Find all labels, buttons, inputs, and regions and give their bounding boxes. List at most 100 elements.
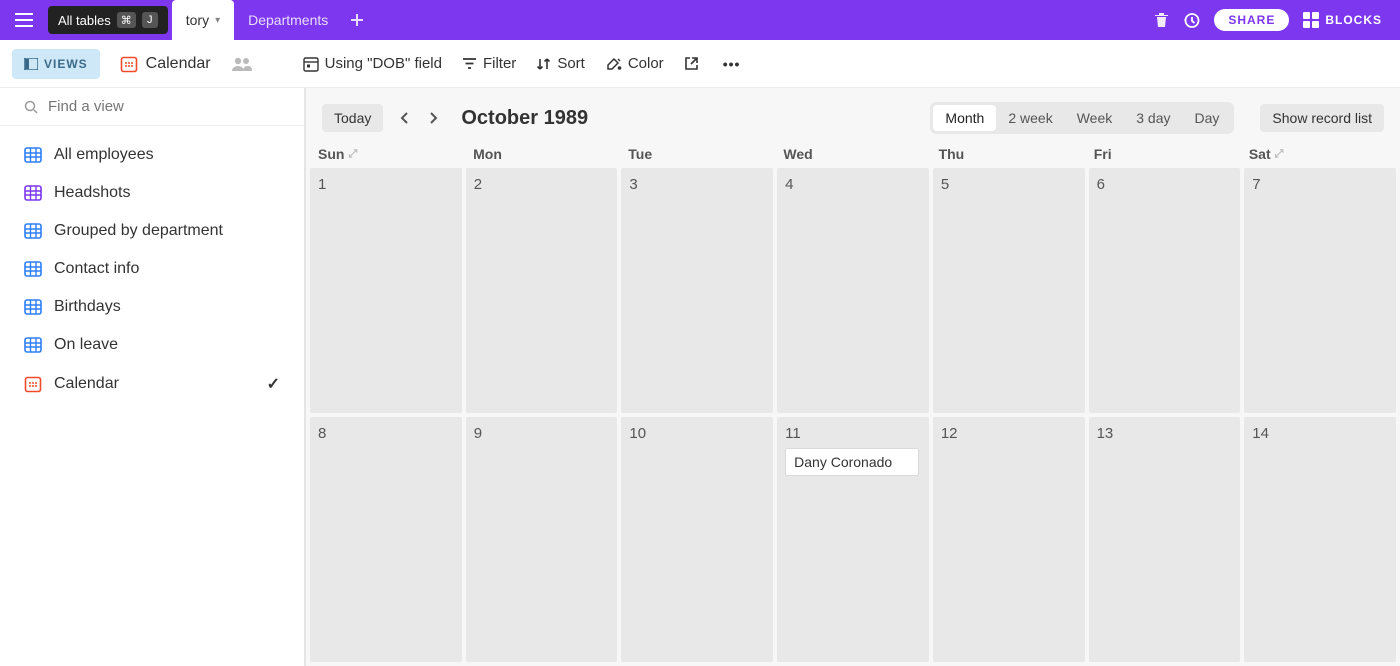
calendar-cell-12[interactable]: 12: [933, 417, 1085, 662]
filter-icon: [462, 57, 477, 70]
show-record-list-button[interactable]: Show record list: [1260, 104, 1384, 132]
sort-button[interactable]: Sort: [536, 55, 585, 72]
current-view-name[interactable]: Calendar: [120, 55, 211, 73]
view-item-label: Grouped by department: [54, 222, 223, 240]
day-number: 5: [941, 176, 1077, 193]
calendar-cell-14[interactable]: 14: [1244, 417, 1396, 662]
segment-day[interactable]: Day: [1183, 105, 1232, 131]
calendar-cell-2[interactable]: 2: [466, 168, 618, 413]
day-header-wed: Wed: [775, 142, 930, 168]
view-item-label: Headshots: [54, 184, 131, 202]
grid-icon: [24, 223, 42, 239]
segment-3-day[interactable]: 3 day: [1124, 105, 1182, 131]
day-number: 3: [629, 176, 765, 193]
view-name-text: Calendar: [146, 55, 211, 73]
find-view-input[interactable]: [48, 98, 280, 115]
day-number: 9: [474, 425, 610, 442]
calendar-icon: [24, 375, 42, 393]
sort-label: Sort: [557, 55, 585, 72]
color-button[interactable]: Color: [605, 55, 664, 72]
expand-icon[interactable]: ⤢: [348, 148, 357, 161]
segment-2-week[interactable]: 2 week: [996, 105, 1064, 131]
dob-field-button[interactable]: Using "DOB" field: [303, 55, 442, 72]
segment-week[interactable]: Week: [1065, 105, 1125, 131]
menu-button[interactable]: [0, 0, 48, 40]
view-item-contact-info[interactable]: Contact info: [0, 250, 304, 288]
view-item-label: On leave: [54, 336, 118, 354]
view-item-on-leave[interactable]: On leave: [0, 326, 304, 364]
view-item-grouped-by-department[interactable]: Grouped by department: [0, 212, 304, 250]
calendar-cell-1[interactable]: 1: [310, 168, 462, 413]
calendar-cell-6[interactable]: 6: [1089, 168, 1241, 413]
history-icon[interactable]: [1183, 12, 1200, 29]
find-view-search[interactable]: [0, 88, 304, 126]
day-number: 6: [1097, 176, 1233, 193]
view-toolbar: VIEWS Calendar Using "DOB" field Filter …: [0, 40, 1400, 88]
day-number: 2: [474, 176, 610, 193]
calendar-cell-4[interactable]: 4: [777, 168, 929, 413]
calendar-cell-13[interactable]: 13: [1089, 417, 1241, 662]
view-item-label: Contact info: [54, 260, 139, 278]
color-label: Color: [628, 55, 664, 72]
prev-month-button[interactable]: [395, 111, 413, 125]
day-header-tue: Tue: [620, 142, 775, 168]
calendar-field-icon: [303, 56, 319, 72]
calendar-event[interactable]: Dany Coronado: [785, 448, 919, 476]
blocks-label: BLOCKS: [1325, 13, 1382, 27]
dob-label: Using "DOB" field: [325, 55, 442, 72]
view-item-headshots[interactable]: Headshots: [0, 174, 304, 212]
more-button[interactable]: •••: [719, 56, 745, 72]
share-button[interactable]: SHARE: [1214, 9, 1289, 31]
top-bar: All tables ⌘ J tory ▾ Departments SHARE …: [0, 0, 1400, 40]
filter-button[interactable]: Filter: [462, 55, 516, 72]
day-number: 10: [629, 425, 765, 442]
views-label: VIEWS: [44, 57, 88, 71]
kbd-cmd: ⌘: [117, 12, 136, 28]
filter-label: Filter: [483, 55, 516, 72]
day-header-fri: Fri: [1086, 142, 1241, 168]
expand-icon[interactable]: ⤢: [1275, 148, 1284, 161]
tab-departments[interactable]: Departments: [234, 0, 342, 40]
day-number: 8: [318, 425, 454, 442]
tab-label: Departments: [248, 12, 328, 28]
month-label: October 1989: [461, 107, 588, 130]
trash-icon[interactable]: [1154, 12, 1169, 28]
view-item-birthdays[interactable]: Birthdays: [0, 288, 304, 326]
view-item-label: All employees: [54, 146, 154, 164]
view-item-label: Birthdays: [54, 298, 121, 316]
checkmark-icon: ✓: [267, 374, 280, 394]
tab-directory[interactable]: tory ▾: [172, 0, 234, 40]
segment-month[interactable]: Month: [933, 105, 996, 131]
today-button[interactable]: Today: [322, 104, 383, 132]
grid-icon: [24, 299, 42, 315]
calendar-cell-3[interactable]: 3: [621, 168, 773, 413]
all-tables-tooltip: All tables ⌘ J: [48, 6, 168, 34]
collaborators-icon[interactable]: [231, 56, 253, 72]
add-table-button[interactable]: [342, 13, 372, 27]
calendar-cell-9[interactable]: 9: [466, 417, 618, 662]
calendar-cell-8[interactable]: 8: [310, 417, 462, 662]
blocks-button[interactable]: BLOCKS: [1303, 12, 1382, 28]
calendar-cell-7[interactable]: 7: [1244, 168, 1396, 413]
view-item-all-employees[interactable]: All employees: [0, 136, 304, 174]
calendar-cell-10[interactable]: 10: [621, 417, 773, 662]
paint-icon: [605, 56, 622, 71]
views-toggle[interactable]: VIEWS: [12, 49, 100, 79]
calendar-cell-5[interactable]: 5: [933, 168, 1085, 413]
calendar-cell-11[interactable]: 11Dany Coronado: [777, 417, 929, 662]
calendar-area: Today October 1989 Month2 weekWeek3 dayD…: [306, 88, 1400, 666]
day-header-mon: Mon: [465, 142, 620, 168]
tooltip-text: All tables: [58, 13, 111, 28]
next-month-button[interactable]: [425, 111, 443, 125]
day-number: 1: [318, 176, 454, 193]
sort-icon: [536, 57, 551, 71]
search-icon: [24, 100, 38, 114]
day-number: 12: [941, 425, 1077, 442]
gallery-icon: [24, 185, 42, 201]
tab-label: tory: [186, 12, 209, 28]
view-item-calendar[interactable]: Calendar✓: [0, 364, 304, 404]
share-view-button[interactable]: [684, 56, 699, 71]
day-number: 7: [1252, 176, 1388, 193]
grid-icon: [24, 261, 42, 277]
kbd-j: J: [142, 12, 158, 28]
